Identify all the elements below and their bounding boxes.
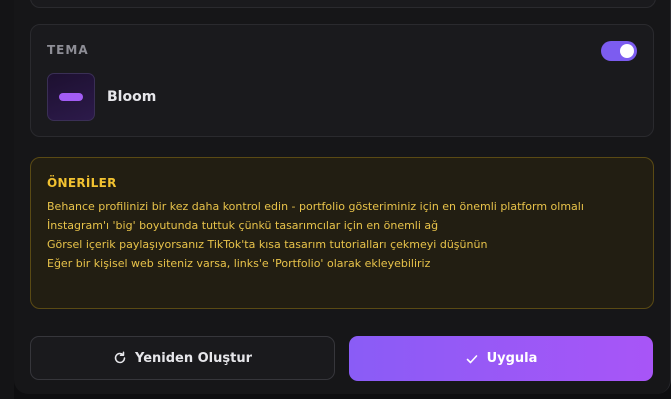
suggestions-title: ÖNERİLER [47,176,117,190]
suggestion-item: Behance profilinizi bir kez daha kontrol… [47,200,584,213]
toggle-knob [620,44,634,58]
scrollbar[interactable] [661,0,667,399]
suggestions-list: Behance profilinizi bir kez daha kontrol… [47,200,617,276]
refresh-icon [114,351,126,364]
theme-name: Bloom [107,89,157,105]
suggestions-section: ÖNERİLER Behance profilinizi bir kez dah… [30,157,654,309]
previous-section-card [30,0,656,8]
theme-section: TEMA Bloom [30,24,654,137]
apply-button[interactable]: Uygula [349,336,653,381]
theme-section-title: TEMA [47,43,89,57]
background-text-fragment-secondary [0,210,12,220]
suggestion-item: İnstagram'ı 'big' boyutunda tuttuk çünkü… [47,219,439,232]
theme-toggle[interactable] [601,41,637,61]
background-panel [0,0,14,399]
theme-thumbnail[interactable] [47,73,95,121]
apply-button-label: Uygula [486,351,538,366]
theme-accent-bar [59,93,83,101]
suggestion-item: Görsel içerik paylaşıyorsanız TikTok'ta … [47,238,488,251]
regenerate-button-label: Yeniden Oluştur [134,350,253,366]
background-text-fragment [0,191,12,201]
regenerate-button[interactable]: Yeniden Oluştur [30,336,335,380]
page: TEMA Bloom ÖNERİLER Behance profilinizi … [0,0,671,399]
check-icon [466,354,477,363]
suggestion-item: Eğer bir kişisel web siteniz varsa, link… [47,257,431,270]
